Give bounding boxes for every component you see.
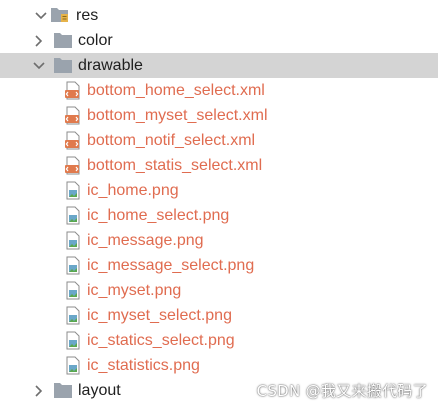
tree-label-file: bottom_myset_select.xml [87,107,268,124]
project-tree: res color drawable bottom_home_select.xm… [0,0,438,411]
chevron-right-icon[interactable] [32,34,46,48]
tree-row-file[interactable]: ic_statics_select.png [0,328,438,353]
tree-row-file[interactable]: ic_message.png [0,228,438,253]
png-file-icon [65,356,81,380]
tree-label-res: res [76,7,99,24]
tree-label-file: ic_statistics.png [87,357,200,374]
folder-icon [53,32,73,54]
folder-icon [53,407,73,411]
tree-label-drawable: drawable [78,57,143,74]
tree-label-file: bottom_home_select.xml [87,82,265,99]
resource-folder-icon [50,6,70,29]
tree-label-file: ic_myset.png [87,282,182,299]
tree-label-file: bottom_notif_select.xml [87,132,256,149]
png-file-icon [65,281,81,305]
tree-row-file[interactable]: bottom_myset_select.xml [0,103,438,128]
tree-row-partial [0,403,438,411]
tree-row-file[interactable]: ic_message_select.png [0,253,438,278]
png-file-icon [65,181,81,205]
png-file-icon [65,206,81,230]
tree-label-color: color [78,32,113,49]
tree-row-file[interactable]: ic_home_select.png [0,203,438,228]
xml-file-icon [64,156,82,180]
tree-label-file: bottom_statis_select.xml [87,157,263,174]
tree-row-res[interactable]: res [0,3,438,28]
tree-row-color[interactable]: color [0,28,438,53]
tree-row-file[interactable]: ic_statistics.png [0,353,438,378]
xml-file-icon [64,131,82,155]
tree-row-file[interactable]: bottom_notif_select.xml [0,128,438,153]
tree-row-file[interactable]: ic_myset.png [0,278,438,303]
tree-label-file: ic_home_select.png [87,207,230,224]
png-file-icon [65,306,81,330]
tree-row-drawable[interactable]: drawable [0,53,438,78]
watermark: CSDN @我又来搬代码了 [256,382,428,400]
tree-label-file: ic_statics_select.png [87,332,235,349]
tree-label-file: ic_message.png [87,232,204,249]
png-file-icon [65,231,81,255]
tree-row-file[interactable]: bottom_statis_select.xml [0,153,438,178]
chevron-right-icon[interactable] [32,384,46,398]
tree-label-layout: layout [78,382,121,399]
tree-label-file: ic_message_select.png [87,257,255,274]
tree-label-file: ic_myset_select.png [87,307,232,324]
xml-file-icon [64,106,82,130]
png-file-icon [65,256,81,280]
chevron-down-icon[interactable] [32,59,46,73]
tree-row-file[interactable]: bottom_home_select.xml [0,78,438,103]
chevron-right-icon [32,407,40,411]
folder-icon [53,57,73,79]
png-file-icon [65,331,81,355]
folder-icon [53,382,73,404]
tree-row-file[interactable]: ic_home.png [0,178,438,203]
tree-row-file[interactable]: ic_myset_select.png [0,303,438,328]
chevron-down-icon[interactable] [34,9,48,23]
tree-label-file: ic_home.png [87,182,179,199]
xml-file-icon [64,81,82,105]
